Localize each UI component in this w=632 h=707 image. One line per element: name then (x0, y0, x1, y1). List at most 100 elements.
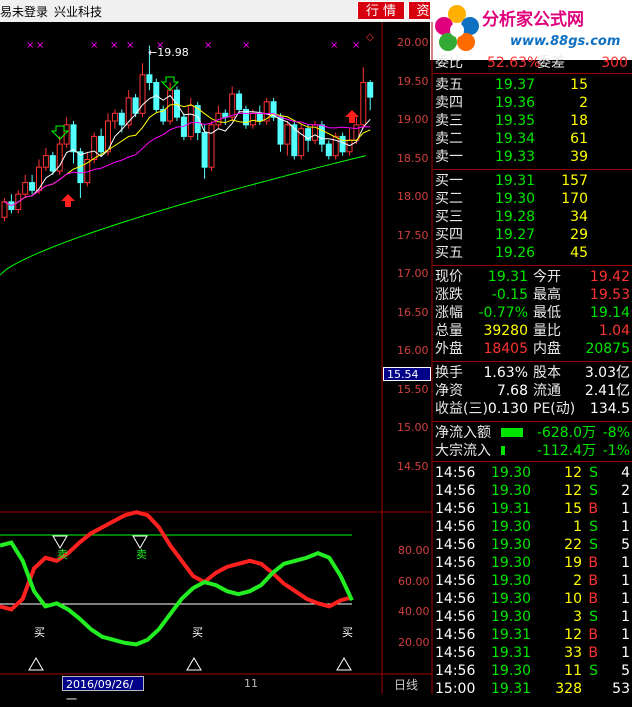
tick-side: S (589, 483, 598, 499)
bid-price: 19.27 (495, 227, 536, 243)
flow-value: -112.4万 (536, 443, 596, 459)
flow-label: 净流入额 (435, 425, 491, 441)
tick-price: 19.31 (491, 501, 532, 517)
tick-volume: 12 (564, 627, 582, 643)
price-axis-label: 16.00 (397, 344, 429, 357)
tick-row[interactable]: 14:56 19.31 15 B 1 (433, 500, 632, 518)
tick-price: 19.30 (491, 591, 532, 607)
price-axis-label: 19.50 (397, 74, 429, 88)
tick-time: 14:56 (435, 609, 476, 625)
tick-row[interactable]: 14:56 19.30 3 S 1 (433, 608, 632, 626)
price-axis-label: 17.50 (397, 228, 429, 242)
tick-side: B (588, 501, 598, 517)
ask-label: 卖五 (435, 77, 463, 93)
tick-side: B (588, 591, 598, 607)
price-axis-label: 18.50 (397, 151, 429, 165)
quote-button[interactable]: 行 情 (357, 1, 405, 20)
ask-row: 卖四 19.36 2 (433, 94, 632, 112)
bid-price: 19.26 (495, 245, 536, 261)
buy-triangle-icon (28, 657, 44, 671)
candle (22, 182, 29, 195)
fund-value-2: 134.5 (589, 401, 630, 417)
period-selector[interactable]: 日线 (394, 676, 418, 693)
tick-count: 1 (621, 555, 630, 571)
logo-url: www.88gs.com (510, 34, 621, 49)
candle (318, 124, 325, 145)
flow-row: 大宗流入 -112.4万 -1% (433, 442, 632, 460)
stat-label-2: 最高 (533, 287, 561, 303)
tick-row[interactable]: 14:56 19.30 10 B 1 (433, 590, 632, 608)
tick-row[interactable]: 14:56 19.30 2 B 1 (433, 572, 632, 590)
stat-label: 总量 (435, 323, 463, 339)
ask-volume: 2 (579, 95, 588, 111)
tick-row[interactable]: 14:56 19.30 12 S 2 (433, 482, 632, 500)
stat-label: 涨幅 (435, 305, 463, 321)
ask-label: 卖一 (435, 149, 463, 165)
high-price-label: ←19.98 (148, 46, 189, 59)
buy-signal-label: 买 (342, 626, 353, 639)
kline-chart[interactable]: × × × × × × × × × ×◇←19.98卖 卖买买买 (0, 22, 433, 694)
candle (70, 124, 77, 153)
stat-value-2: 1.04 (598, 323, 630, 339)
ask-row: 卖一 19.33 39 (433, 148, 632, 166)
stat-value: -0.77% (478, 305, 528, 321)
tick-side: S (589, 537, 598, 553)
bid-row: 买二 19.30 170 (433, 190, 632, 208)
stat-label: 涨跌 (435, 287, 463, 303)
tick-count: 1 (621, 645, 630, 661)
ask-volume: 15 (570, 77, 588, 93)
weicha-label: 委差 (537, 55, 565, 71)
tick-row[interactable]: 14:56 19.31 33 B 1 (433, 644, 632, 662)
bid-row: 买三 19.28 34 (433, 208, 632, 226)
tick-price: 19.30 (491, 663, 532, 679)
candle (29, 182, 36, 191)
tick-volume: 15 (564, 501, 582, 517)
candle (249, 112, 256, 126)
bid-label: 买四 (435, 227, 463, 243)
candle (42, 155, 49, 168)
stat-row: 总量 39280 量比 1.04 (433, 322, 632, 340)
quote-panel: 委比 52.63% 委差 300 卖五 19.37 15 卖四 19.36 2 卖三 19.3… (433, 54, 632, 697)
flow-label: 大宗流入 (435, 443, 491, 459)
tick-volume: 12 (564, 465, 582, 481)
tick-row[interactable]: 14:56 19.31 12 B 1 (433, 626, 632, 644)
fund-value-2: 3.03亿 (584, 365, 630, 381)
tick-side: B (588, 555, 598, 571)
current-price-tag: 15.54 (383, 367, 431, 381)
flow-value: -628.0万 (536, 425, 596, 441)
stat-value-2: 19.53 (589, 287, 630, 303)
sell-signal-label: 卖 (57, 548, 68, 561)
ask-label: 卖二 (435, 131, 463, 147)
tick-price: 19.31 (491, 627, 532, 643)
tick-price: 19.30 (491, 555, 532, 571)
stat-value: -0.15 (491, 287, 528, 303)
tick-volume: 328 (555, 681, 582, 697)
flow-row: 净流入额 -628.0万 -8% (433, 424, 632, 442)
candle (229, 93, 236, 118)
bid-price: 19.30 (495, 191, 536, 207)
ask-volume: 18 (570, 113, 588, 129)
stat-value: 39280 (483, 323, 528, 339)
tick-row[interactable]: 14:56 19.30 1 S 1 (433, 518, 632, 536)
fund-value: 1.63% (483, 365, 528, 381)
weicha-value: 300 (601, 55, 628, 71)
bid-row: 买四 19.27 29 (433, 226, 632, 244)
tick-row[interactable]: 15:00 19.31 328 53 (433, 680, 632, 698)
tick-price: 19.30 (491, 465, 532, 481)
signal-x-mark: × (26, 40, 34, 51)
tick-time: 14:56 (435, 501, 476, 517)
stat-row: 现价 19.31 今开 19.42 (433, 268, 632, 286)
tick-price: 19.31 (491, 681, 532, 697)
candle (332, 135, 339, 157)
stat-row: 外盘 18405 内盘 20875 (433, 340, 632, 358)
fund-value: 0.130 (487, 401, 528, 417)
signal-x-mark: × (90, 40, 98, 51)
buy-signal-label: 买 (192, 626, 203, 639)
tick-row[interactable]: 14:56 19.30 12 S 4 (433, 464, 632, 482)
tick-volume: 3 (573, 609, 582, 625)
tick-side: S (589, 465, 598, 481)
buy-triangle-icon (336, 657, 352, 671)
tick-row[interactable]: 14:56 19.30 11 S 5 (433, 662, 632, 680)
tick-row[interactable]: 14:56 19.30 22 S 5 (433, 536, 632, 554)
tick-row[interactable]: 14:56 19.30 19 B 1 (433, 554, 632, 572)
